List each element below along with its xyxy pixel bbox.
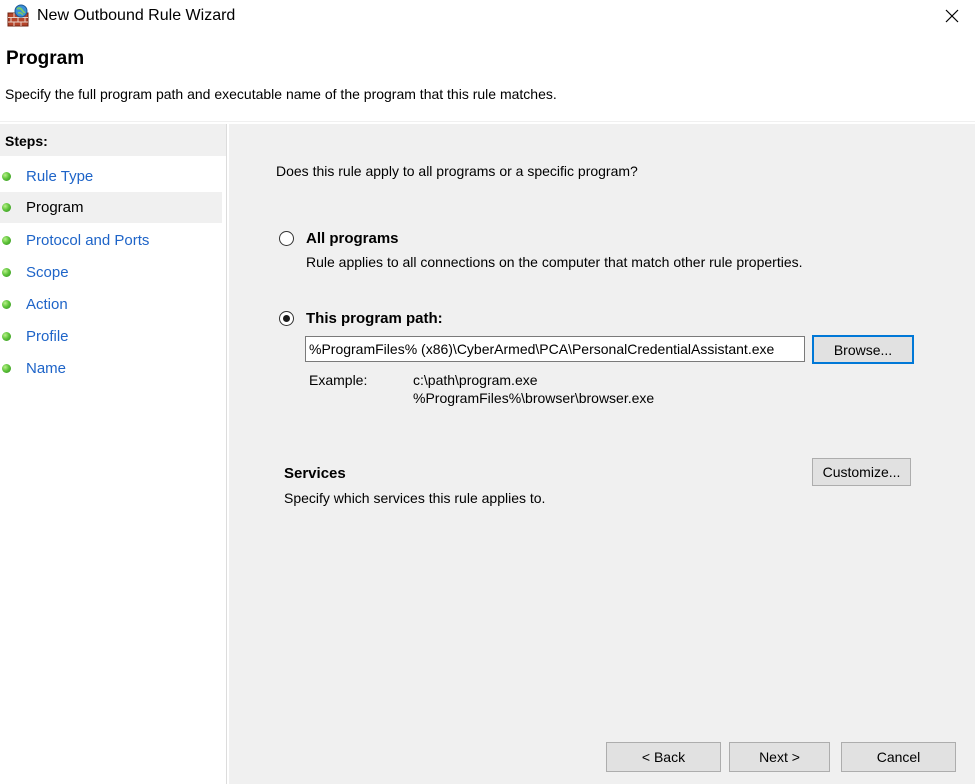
step-profile[interactable]: Profile [0,321,222,352]
step-label[interactable]: Protocol and Ports [26,232,149,249]
step-rule-type[interactable]: Rule Type [0,161,222,192]
main-content: Does this rule apply to all programs or … [229,124,975,784]
close-button[interactable] [929,0,975,32]
cancel-button[interactable]: Cancel [841,742,956,772]
step-status-dot-icon [2,236,11,245]
firewall-icon [7,4,29,27]
step-status-dot-icon [2,172,11,181]
browse-button[interactable]: Browse... [812,335,914,364]
program-path-input[interactable] [305,336,805,362]
step-action[interactable]: Action [0,289,222,320]
title-bar: New Outbound Rule Wizard [0,0,975,34]
steps-heading: Steps: [0,124,226,156]
close-icon [945,9,959,23]
example-path-1: c:\path\program.exe [413,372,538,388]
steps-heading-label: Steps: [5,133,48,149]
next-button[interactable]: Next > [729,742,830,772]
step-program: Program [0,192,222,223]
services-description: Specify which services this rule applies… [284,490,546,506]
this-program-path-radio[interactable] [279,311,294,326]
wizard-window: New Outbound Rule Wizard Program Specify… [0,0,975,784]
step-protocol-and-ports[interactable]: Protocol and Ports [0,225,222,256]
step-label: Program [26,199,84,216]
example-path-2: %ProgramFiles%\browser\browser.exe [413,390,655,406]
page-title: Program [6,48,85,69]
step-status-dot-icon [2,300,11,309]
steps-panel: Steps: Rule Type Program Protocol and Po… [0,124,227,784]
step-label[interactable]: Action [26,296,68,313]
step-status-dot-icon [2,203,11,212]
program-question: Does this rule apply to all programs or … [276,163,638,179]
all-programs-description: Rule applies to all connections on the c… [306,254,803,270]
example-label: Example: [309,372,368,388]
page-subtitle: Specify the full program path and execut… [5,86,557,102]
step-status-dot-icon [2,332,11,341]
step-label[interactable]: Profile [26,328,69,345]
customize-button[interactable]: Customize... [812,458,911,486]
all-programs-radio[interactable] [279,231,294,246]
step-scope[interactable]: Scope [0,257,222,288]
this-program-path-label[interactable]: This program path: [306,310,443,327]
step-name[interactable]: Name [0,353,222,384]
window-title: New Outbound Rule Wizard [37,7,236,24]
step-status-dot-icon [2,364,11,373]
back-button[interactable]: < Back [606,742,721,772]
step-label[interactable]: Rule Type [26,168,93,185]
step-label[interactable]: Scope [26,264,69,281]
services-title: Services [284,465,346,482]
step-label[interactable]: Name [26,360,66,377]
all-programs-label[interactable]: All programs [306,230,399,247]
step-status-dot-icon [2,268,11,277]
header-divider [0,121,975,122]
wizard-header: Program Specify the full program path an… [0,34,975,122]
